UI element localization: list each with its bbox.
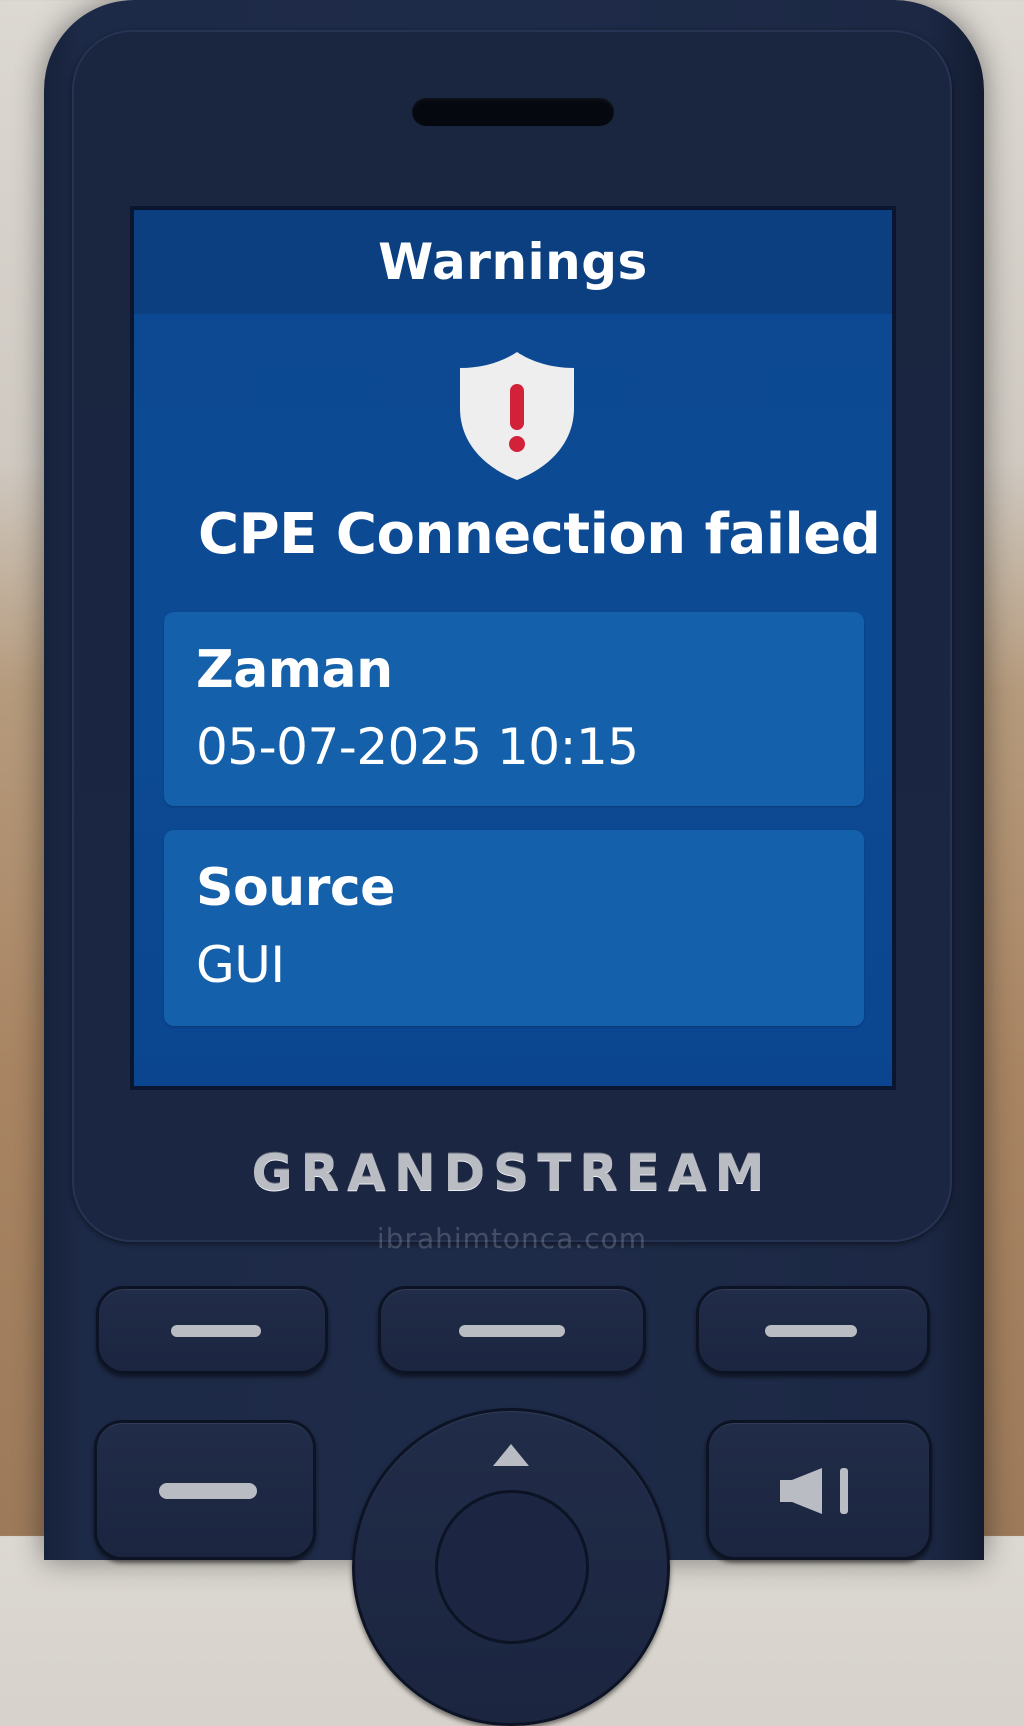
softkey-right[interactable] (696, 1286, 930, 1374)
speaker-icon (778, 1466, 852, 1516)
shield-alert-icon (452, 346, 582, 486)
card-value: 05-07-2025 10:15 (196, 718, 639, 776)
info-card-source[interactable]: Source GUI (164, 830, 864, 1026)
info-card-time[interactable]: Zaman 05-07-2025 10:15 (164, 612, 864, 806)
softkey-left[interactable] (96, 1286, 328, 1374)
softkey-bar-icon (459, 1325, 565, 1337)
softkey-bar-icon (765, 1325, 857, 1337)
softkey-bar-icon (159, 1483, 257, 1499)
card-label: Source (196, 858, 395, 918)
watermark: ibrahimtonca.com (376, 1222, 648, 1255)
card-value: GUI (196, 936, 285, 994)
softkey-bar-icon (171, 1325, 261, 1337)
call-key[interactable] (94, 1420, 316, 1560)
arrow-up-icon[interactable] (493, 1444, 529, 1466)
screen-header: Warnings (134, 210, 892, 314)
card-label: Zaman (196, 640, 393, 700)
brand-logo: GRANDSTREAM (251, 1144, 773, 1202)
earpiece-speaker (412, 98, 614, 126)
nav-ok-button[interactable] (435, 1490, 589, 1644)
screen-title: Warnings (378, 233, 648, 291)
warning-message: CPE Connection failed (198, 502, 881, 567)
lcd-screen: Warnings CPE Connection failed Zaman 05-… (130, 206, 896, 1090)
softkey-middle[interactable] (378, 1286, 646, 1374)
